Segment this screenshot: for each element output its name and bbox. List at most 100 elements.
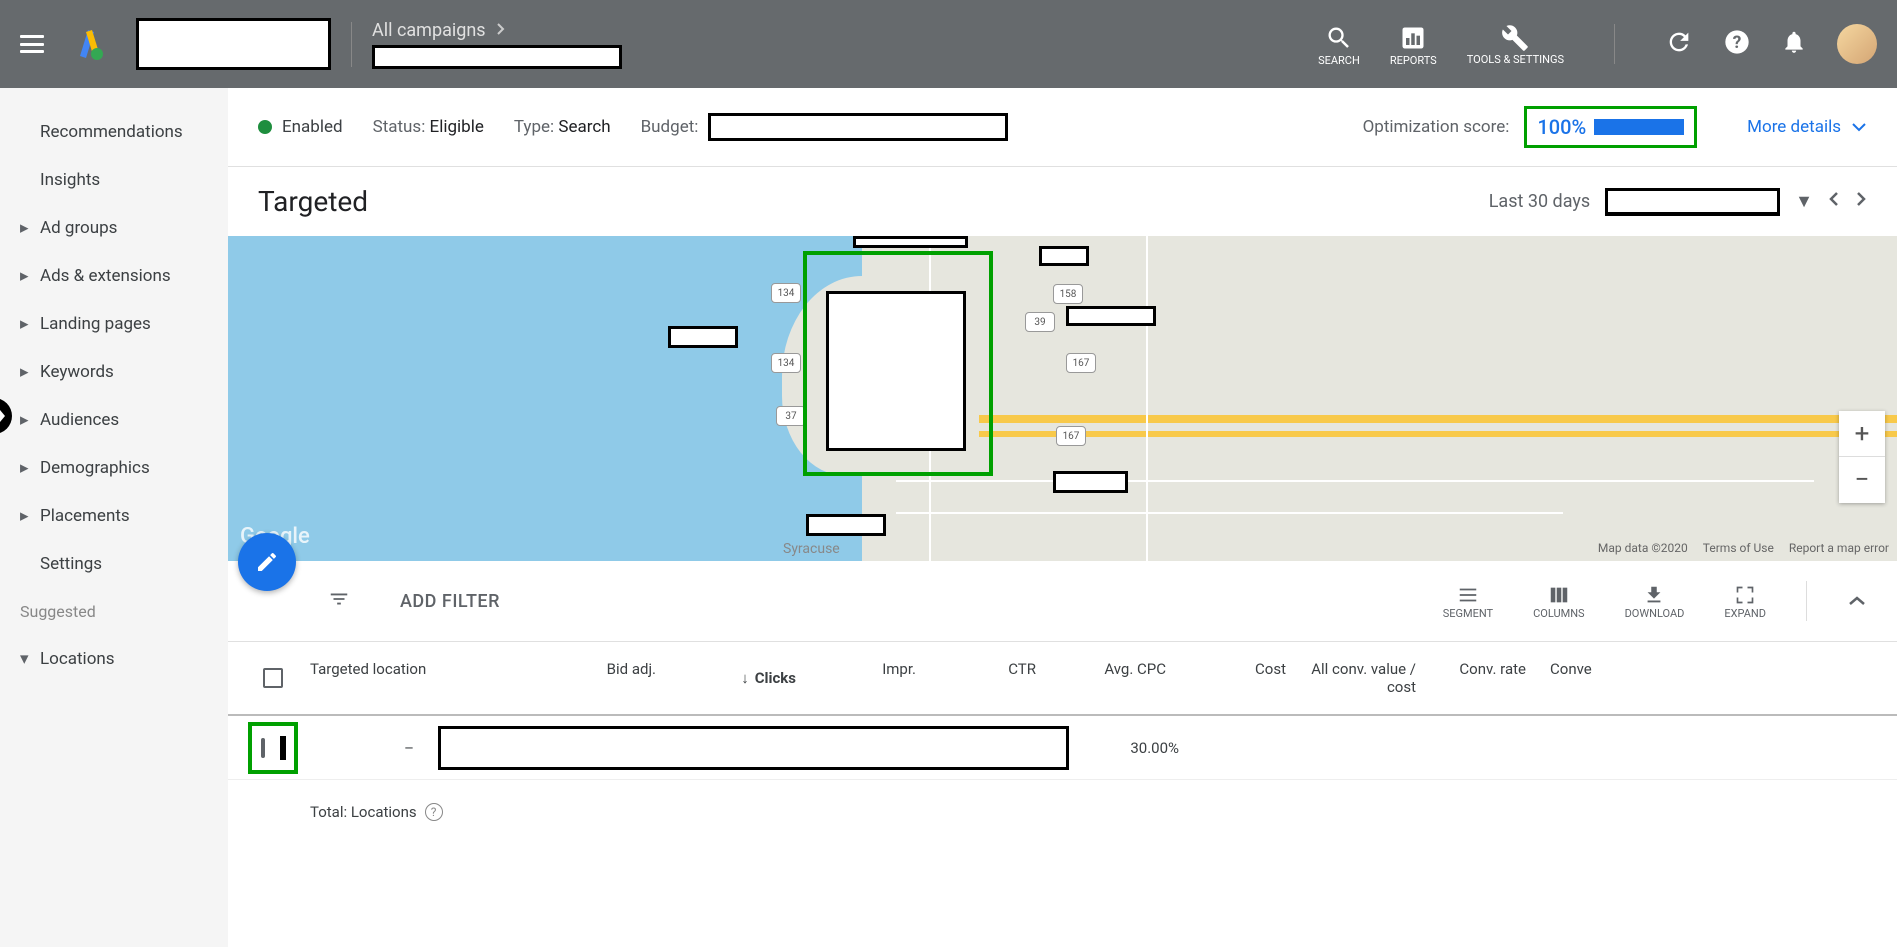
sort-desc-icon: ↓ [741,669,749,687]
sidebar-item-ad-groups[interactable]: ▸Ad groups [0,204,228,252]
status-enabled: Enabled [258,117,343,137]
help-icon[interactable]: ? [1723,28,1751,60]
sidebar-item-recommendations[interactable]: Recommendations [0,108,228,156]
account-name-redacted [136,18,331,70]
sidebar-item-insights[interactable]: Insights [0,156,228,204]
more-details-link[interactable]: More details [1747,117,1867,137]
sidebar-item-ads-extensions[interactable]: ▸Ads & extensions [0,252,228,300]
col-targeted-location[interactable]: Targeted location [298,642,528,714]
prev-period-icon[interactable] [1828,190,1840,213]
download-button[interactable]: DOWNLOAD [1625,583,1685,620]
col-impr[interactable]: Impr. [808,642,928,714]
divider [351,22,352,67]
col-cost[interactable]: Cost [1178,642,1298,714]
caret-right-icon: ▸ [20,266,32,286]
chevron-right-icon [496,20,506,41]
caret-right-icon: ▸ [20,506,32,526]
date-range-picker[interactable]: Last 30 days ▼ [1489,188,1867,216]
col-clicks[interactable]: ↓ Clicks [668,642,808,714]
map-city-label: Syracuse [783,541,840,557]
menu-icon[interactable] [20,35,44,53]
expand-button[interactable]: EXPAND [1724,583,1766,620]
col-bid-adj[interactable]: Bid adj. [528,642,668,714]
refresh-icon[interactable] [1665,28,1693,60]
page-title-bar: Targeted Last 30 days ▼ [228,167,1897,236]
add-filter-button[interactable]: ADD FILTER [400,591,500,612]
map-redacted [853,236,968,248]
table-total-row: Total: Locations ? [228,780,1897,844]
filter-icon[interactable] [328,588,350,614]
caret-right-icon: ▸ [20,458,32,478]
search-button[interactable]: SEARCH [1318,22,1360,67]
breadcrumb-level-1[interactable]: All campaigns [372,20,486,41]
columns-button[interactable]: COLUMNS [1533,583,1584,620]
google-ads-logo[interactable] [74,28,106,60]
type-field: Type: Search [514,117,611,137]
sidebar-item-demographics[interactable]: ▸Demographics [0,444,228,492]
map-attribution: Map data ©2020 Terms of Use Report a map… [1598,541,1889,555]
caret-down-icon: ▾ [20,649,32,669]
collapse-panel-icon[interactable] [1847,592,1867,611]
map-redacted [668,326,738,348]
map-redacted [1066,306,1156,326]
budget-field: Budget: [641,113,1009,141]
table-tools: SEGMENT COLUMNS DOWNLOAD EXPAND [1443,581,1867,621]
budget-redacted [708,113,1008,141]
dropdown-icon[interactable]: ▼ [1795,191,1813,212]
help-icon[interactable]: ? [425,803,443,821]
total-label: Total: Locations [310,803,417,821]
route-shield: 134 [771,353,801,373]
row-checkbox[interactable] [261,738,265,758]
col-avg-cpc[interactable]: Avg. CPC [1048,642,1178,714]
sidebar-item-keywords[interactable]: ▸Keywords [0,348,228,396]
sidebar: Recommendations Insights ▸Ad groups ▸Ads… [0,88,228,947]
metrics-redacted [438,726,1069,770]
sidebar-item-audiences[interactable]: ▸Audiences [0,396,228,444]
map-redacted [1053,471,1128,493]
avatar[interactable] [1837,24,1877,64]
route-shield: 39 [1025,312,1055,332]
map-redacted [806,514,886,536]
locations-table: Targeted location Bid adj. ↓ Clicks Impr… [228,642,1897,844]
segment-button[interactable]: SEGMENT [1443,583,1493,620]
date-range-redacted [1605,188,1780,216]
sidebar-item-landing-pages[interactable]: ▸Landing pages [0,300,228,348]
filter-bar: ADD FILTER SEGMENT COLUMNS DOWNLOAD EXPA… [228,561,1897,642]
map-redacted [1039,246,1089,266]
cell-conv-rate: 30.00% [1081,727,1191,769]
table-header: Targeted location Bid adj. ↓ Clicks Impr… [228,642,1897,716]
route-shield: 167 [1056,426,1086,446]
col-conv-rate[interactable]: Conv. rate [1428,642,1538,714]
col-ctr[interactable]: CTR [928,642,1048,714]
campaign-status-bar: Enabled Status: Eligible Type: Search Bu… [228,88,1897,167]
caret-right-icon: ▸ [20,410,32,430]
sidebar-item-settings[interactable]: Settings [0,540,228,588]
table-row[interactable]: – 30.00% [228,716,1897,780]
tools-settings-button[interactable]: TOOLS & SETTINGS [1467,22,1564,66]
select-all-checkbox[interactable] [263,668,283,688]
breadcrumb[interactable]: All campaigns [372,20,1318,69]
page-title: Targeted [258,185,368,218]
col-conv-value[interactable]: All conv. value / cost [1298,642,1428,714]
route-shield: 158 [1053,284,1083,304]
edit-location-fab[interactable] [238,533,296,591]
zoom-in-button[interactable]: + [1839,411,1885,457]
sidebar-item-placements[interactable]: ▸Placements [0,492,228,540]
suggested-heading: Suggested [0,588,228,635]
notifications-icon[interactable] [1781,29,1807,59]
sidebar-item-locations[interactable]: ▾Locations [0,635,228,683]
zoom-out-button[interactable]: − [1839,457,1885,503]
map-redacted-main [826,291,966,451]
map[interactable]: 134 158 134 39 37 167 167 Syracuse Googl… [228,236,1897,561]
map-section: 134 158 134 39 37 167 167 Syracuse Googl… [228,236,1897,561]
optimization-score-highlight: 100% [1524,106,1697,148]
location-name-redacted [280,736,286,760]
divider [1614,24,1615,64]
optimization-score-value: 100% [1537,115,1586,139]
col-conversions[interactable]: Conve [1538,642,1604,714]
next-period-icon[interactable] [1855,190,1867,213]
optimization-score: Optimization score: 100% [1363,106,1698,148]
reports-button[interactable]: REPORTS [1390,22,1437,67]
map-zoom-control: + − [1839,411,1885,503]
main-content: Enabled Status: Eligible Type: Search Bu… [228,88,1897,947]
